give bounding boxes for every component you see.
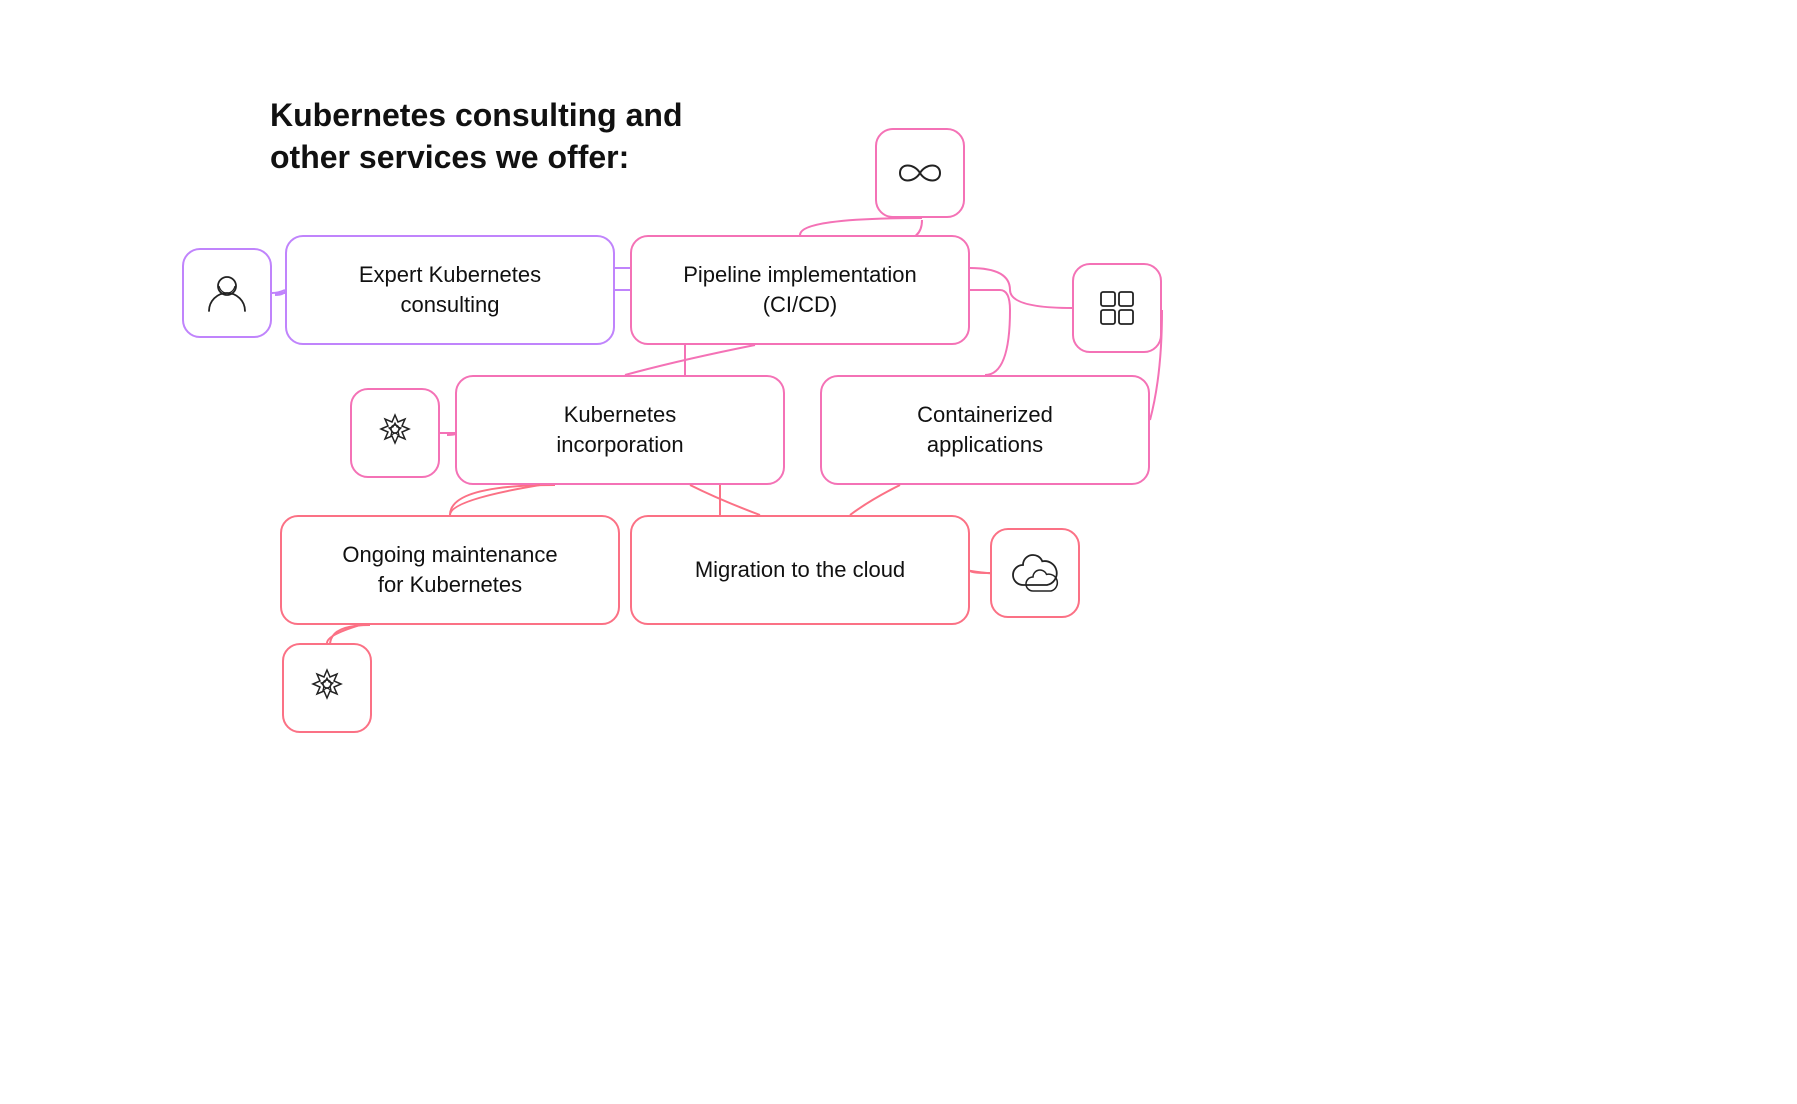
migration-box: Migration to the cloud (630, 515, 970, 625)
expert-kubernetes-label: Expert Kubernetesconsulting (359, 260, 541, 319)
infinity-icon (892, 157, 948, 189)
cloud-icon (1009, 551, 1061, 595)
helm-icon-1-box (350, 388, 440, 478)
containerized-label: Containerizedapplications (917, 400, 1053, 459)
cloud-icon-box (990, 528, 1080, 618)
k8s-incorporation-label: Kubernetesincorporation (556, 400, 683, 459)
k8s-incorporation-box: Kubernetesincorporation (455, 375, 785, 485)
page-title: Kubernetes consulting and other services… (270, 95, 690, 178)
helm-icon-2-box (282, 643, 372, 733)
dashboard-icon (1093, 284, 1141, 332)
user-icon-box (182, 248, 272, 338)
containerized-box: Containerizedapplications (820, 375, 1150, 485)
maintenance-label: Ongoing maintenancefor Kubernetes (342, 540, 557, 599)
pipeline-label: Pipeline implementation(CI/CD) (683, 260, 917, 319)
pipeline-box: Pipeline implementation(CI/CD) (630, 235, 970, 345)
main-canvas: Kubernetes consulting and other services… (0, 0, 1797, 1104)
dashboard-icon-box (1072, 263, 1162, 353)
migration-label: Migration to the cloud (695, 555, 905, 585)
maintenance-box: Ongoing maintenancefor Kubernetes (280, 515, 620, 625)
helm-icon-2 (303, 664, 351, 712)
infinity-icon-box (875, 128, 965, 218)
helm-icon-1 (371, 409, 419, 457)
user-icon (203, 269, 251, 317)
expert-kubernetes-box: Expert Kubernetesconsulting (285, 235, 615, 345)
